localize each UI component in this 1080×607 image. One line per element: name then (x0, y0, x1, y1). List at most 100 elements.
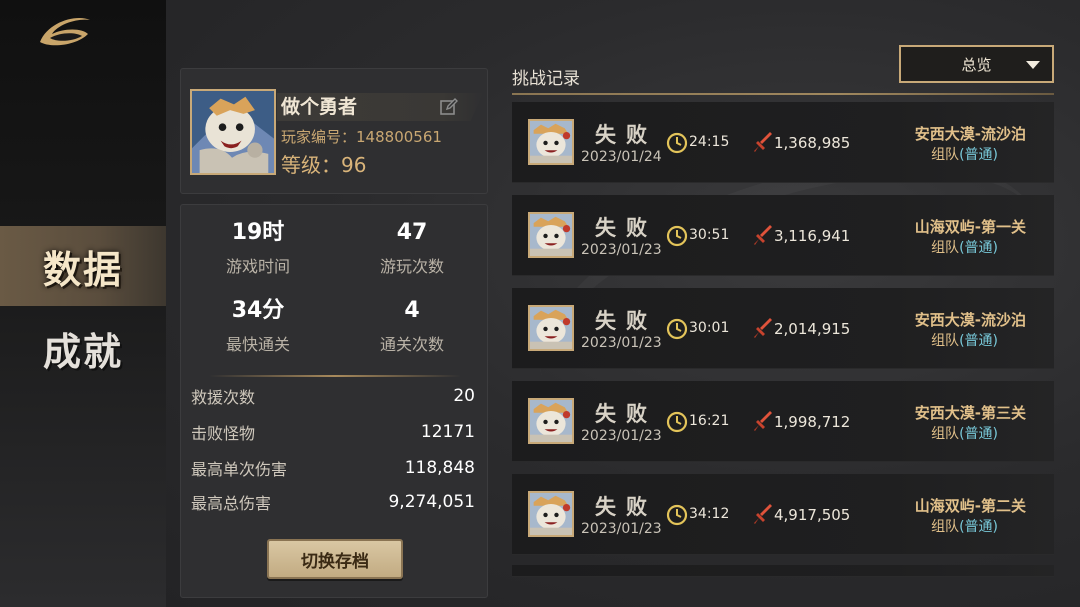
record-damage: 4,917,505 (774, 506, 851, 524)
stat-label: 游戏时间 (225, 257, 290, 276)
records-title: 挑战记录 (512, 69, 580, 89)
record-row[interactable]: 失败 2023/01/23 16:21 1,998,712 安西大漠-第三关 组… (512, 381, 1054, 462)
record-result: 失败 (595, 215, 657, 240)
stat-play-count: 47 游玩次数 (335, 219, 489, 277)
sword-damage-icon (754, 411, 772, 431)
stat-row-label: 最高单次伤害 (191, 460, 288, 479)
stat-row-label: 击败怪物 (191, 424, 256, 443)
stat-clear-count: 4 通关次数 (335, 297, 489, 355)
stat-row-value: 12171 (420, 422, 475, 442)
edit-icon[interactable] (439, 97, 459, 117)
record-avatar (528, 305, 574, 351)
stat-row-value: 20 (453, 386, 475, 406)
record-avatar-icon (530, 400, 572, 442)
profile-card: 做个勇者 玩家编号：148800561 等级：96 (180, 68, 488, 194)
player-id-value: 148800561 (356, 128, 442, 146)
sword-damage-icon (754, 504, 772, 524)
record-time: 24:15 (689, 134, 730, 150)
record-row[interactable]: 失败 2023/01/23 34:12 4,917,505 山海双屿-第二关 组… (512, 474, 1054, 555)
record-stage: 安西大漠-流沙泊 (914, 311, 1026, 329)
record-avatar (528, 119, 574, 165)
record-difficulty: (普通) (959, 240, 998, 256)
clock-icon (666, 411, 688, 433)
sword-damage-icon (754, 225, 772, 245)
nav-tab-achievements[interactable]: 成就 (0, 308, 166, 388)
stat-value: 4 (404, 298, 420, 323)
avatar (190, 89, 276, 175)
records-filter-dropdown[interactable]: 总览 (899, 45, 1054, 83)
stat-row-label: 最高总伤害 (191, 494, 272, 513)
stat-value: 34分 (231, 298, 285, 323)
record-damage: 1,998,712 (774, 413, 851, 431)
level-label: 等级： (281, 153, 341, 177)
record-difficulty: (普通) (959, 519, 998, 535)
record-mode: 组队(普通) (931, 144, 998, 164)
stat-value: 19时 (231, 220, 285, 245)
stat-play-time: 19时 游戏时间 (181, 219, 335, 277)
record-result: 失败 (595, 401, 657, 426)
record-row[interactable]: 失败 2023/01/23 30:51 3,116,941 山海双屿-第一关 组… (512, 195, 1054, 276)
stat-row-label: 救援次数 (191, 388, 256, 407)
record-damage: 1,368,985 (774, 134, 851, 152)
record-mode-label: 组队 (931, 333, 960, 349)
record-time: 16:21 (689, 413, 730, 429)
sword-damage-icon (754, 132, 772, 152)
record-stage: 山海双屿-第二关 (914, 497, 1026, 515)
record-result: 失败 (595, 308, 657, 333)
record-stage: 山海双屿-第一关 (914, 218, 1026, 236)
record-result: 失败 (595, 494, 657, 519)
record-mode: 组队(普通) (931, 516, 998, 536)
side-nav: 数据 成就 (0, 0, 166, 607)
record-difficulty: (普通) (959, 426, 998, 442)
record-row[interactable]: 失败 2023/01/23 30:01 2,014,915 安西大漠-流沙泊 组… (512, 288, 1054, 369)
record-avatar (528, 212, 574, 258)
stat-row-value: 9,274,051 (388, 492, 475, 512)
record-row-partial (512, 565, 1054, 577)
record-stage: 安西大漠-流沙泊 (914, 125, 1026, 143)
record-result: 失败 (595, 122, 657, 147)
level-value: 96 (341, 153, 367, 177)
nav-tab-data[interactable]: 数据 (0, 226, 166, 306)
record-date: 2023/01/23 (581, 521, 662, 537)
level-row: 等级：96 (281, 149, 366, 178)
filter-selected-label: 总览 (961, 55, 992, 74)
clock-icon (666, 504, 688, 526)
record-difficulty: (普通) (959, 147, 998, 163)
record-avatar-icon (530, 307, 572, 349)
record-date: 2023/01/23 (581, 335, 662, 351)
stat-label: 游玩次数 (379, 257, 444, 276)
stat-row-monsters-defeated: 击败怪物 12171 (191, 421, 475, 443)
record-time: 30:51 (689, 227, 730, 243)
stat-value: 47 (396, 220, 428, 245)
record-date: 2023/01/24 (581, 149, 662, 165)
record-mode: 组队(普通) (931, 237, 998, 257)
avatar-tiger-warrior-icon (192, 91, 274, 173)
record-row[interactable]: 失败 2023/01/24 24:15 1,368,985 安西大漠-流沙泊 组… (512, 102, 1054, 183)
record-stage: 安西大漠-第三关 (914, 404, 1026, 422)
stat-row-value: 118,848 (404, 458, 475, 478)
record-avatar-icon (530, 493, 572, 535)
player-name: 做个勇者 (281, 96, 358, 118)
record-mode-label: 组队 (931, 147, 960, 163)
record-date: 2023/01/23 (581, 428, 662, 444)
player-id-row: 玩家编号：148800561 (281, 126, 442, 147)
record-date: 2023/01/23 (581, 242, 662, 258)
stat-row-rescues: 救援次数 20 (191, 385, 475, 407)
record-mode: 组队(普通) (931, 330, 998, 350)
switch-save-button[interactable]: 切换存档 (267, 539, 403, 579)
stat-row-max-single-damage: 最高单次伤害 118,848 (191, 457, 475, 479)
record-time: 34:12 (689, 506, 730, 522)
stat-row-max-total-damage: 最高总伤害 9,274,051 (191, 491, 475, 513)
stat-label: 通关次数 (379, 335, 444, 354)
record-damage: 3,116,941 (774, 227, 851, 245)
record-mode-label: 组队 (931, 240, 960, 256)
stats-panel: 19时 游戏时间 47 游玩次数 34分 最快通关 4 通关次数 救援次数 20… (180, 204, 488, 598)
clock-icon (666, 225, 688, 247)
sword-damage-icon (754, 318, 772, 338)
player-id-label: 玩家编号： (281, 128, 357, 146)
record-avatar (528, 491, 574, 537)
clock-icon (666, 132, 688, 154)
stat-label: 最快通关 (225, 335, 290, 354)
record-damage: 2,014,915 (774, 320, 851, 338)
record-avatar (528, 398, 574, 444)
